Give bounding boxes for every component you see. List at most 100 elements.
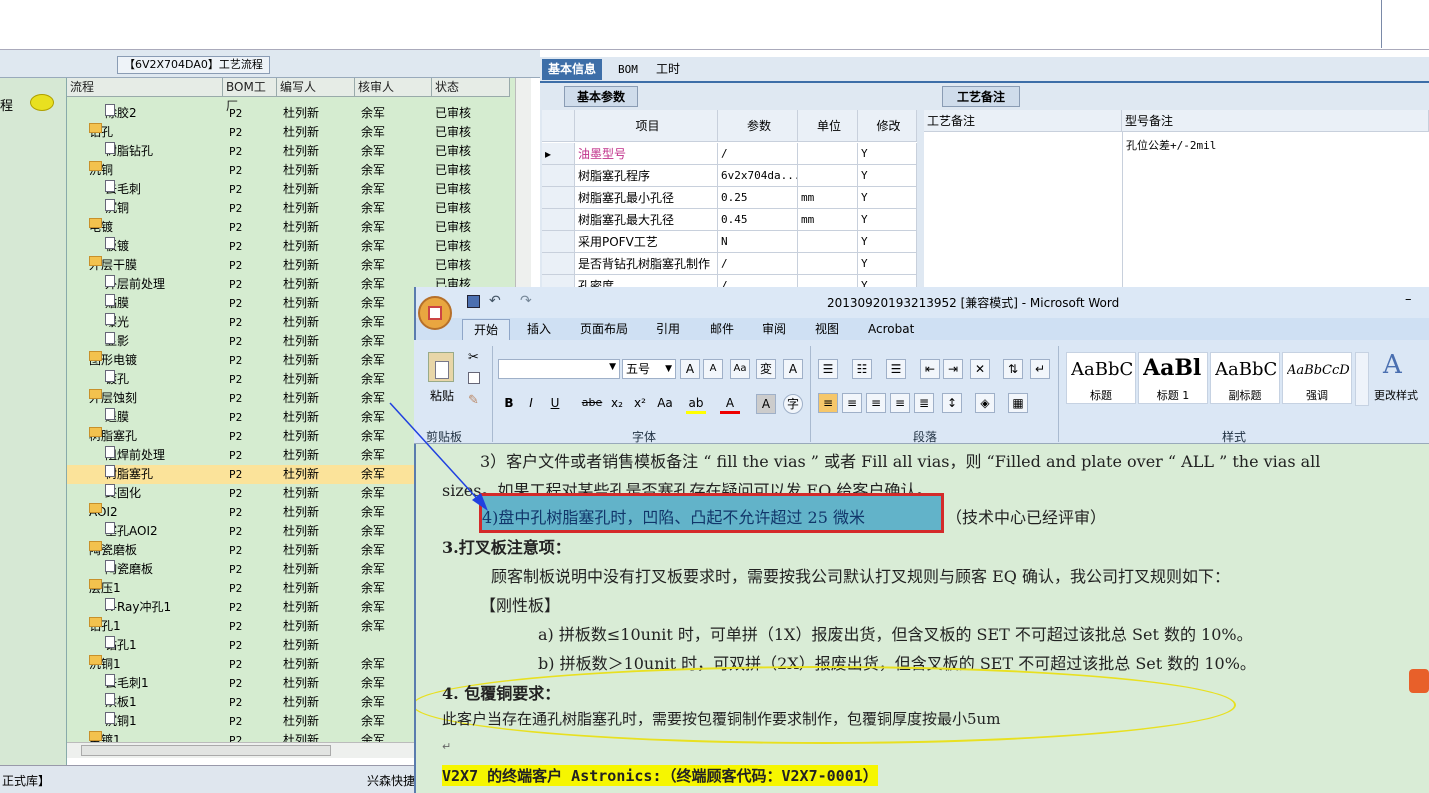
col-header-status[interactable]: 状态 bbox=[432, 78, 510, 97]
param-edit[interactable]: Y bbox=[858, 143, 917, 165]
char-border-button[interactable]: A bbox=[783, 359, 803, 379]
tree-row[interactable]: −钻孔 P2 杜列新 余军 已审核 bbox=[67, 123, 515, 142]
row-selector[interactable] bbox=[542, 187, 575, 209]
highlight-button[interactable]: ab bbox=[686, 394, 706, 414]
char-shading-button[interactable]: A bbox=[756, 394, 776, 414]
param-header[interactable]: 单位 bbox=[798, 110, 858, 142]
chat-bubble-icon[interactable] bbox=[30, 94, 54, 111]
col-header-author[interactable]: 编写人 bbox=[277, 78, 355, 97]
param-value[interactable]: 0.45 bbox=[718, 209, 798, 231]
font-color-button[interactable]: A bbox=[720, 394, 740, 414]
distributed-button[interactable]: ≣ bbox=[914, 393, 934, 413]
font-name-select[interactable]: ▼ bbox=[498, 359, 620, 379]
undo-icon[interactable]: ↶ bbox=[489, 293, 501, 309]
param-item[interactable]: 采用POFV工艺 bbox=[575, 231, 718, 253]
style-item[interactable]: AaBl 标题 1 bbox=[1138, 352, 1208, 404]
shading-button[interactable]: ◈ bbox=[975, 393, 995, 413]
tree-row[interactable]: 树脂钻孔 P2 杜列新 余军 已审核 bbox=[67, 142, 515, 161]
decrease-indent-button[interactable]: ⇤ bbox=[920, 359, 940, 379]
param-header[interactable]: 修改 bbox=[858, 110, 917, 142]
model-note[interactable]: 孔位公差+/-2mil bbox=[1126, 137, 1216, 153]
ribbon-tab[interactable]: 引用 bbox=[656, 319, 680, 340]
param-item[interactable]: 树脂塞孔最小孔径 bbox=[575, 187, 718, 209]
justify-button[interactable]: ≡ bbox=[890, 393, 910, 413]
font-size-select[interactable]: 五号 ▼ bbox=[622, 359, 676, 379]
param-edit[interactable]: Y bbox=[858, 253, 917, 275]
param-edit[interactable]: Y bbox=[858, 187, 917, 209]
chinese-layout-button[interactable]: ✕ bbox=[970, 359, 990, 379]
tree-row[interactable]: 沉铜 P2 杜列新 余军 已审核 bbox=[67, 199, 515, 218]
notes-grid[interactable]: 工艺备注 型号备注 孔位公差+/-2mil bbox=[924, 110, 1429, 290]
bullets-button[interactable]: ☰ bbox=[818, 359, 838, 379]
enclose-char-button[interactable]: 字 bbox=[783, 394, 803, 414]
col-header-factory[interactable]: BOM工厂 bbox=[223, 78, 277, 113]
style-item[interactable]: AaBbC 标题 bbox=[1066, 352, 1136, 404]
tree-hscrollbar[interactable] bbox=[67, 742, 415, 758]
param-value[interactable]: / bbox=[718, 253, 798, 275]
align-center-button[interactable]: ≡ bbox=[842, 393, 862, 413]
change-styles-icon[interactable]: A bbox=[1383, 350, 1402, 380]
styles-scroll[interactable] bbox=[1355, 352, 1369, 406]
param-header[interactable] bbox=[542, 110, 575, 142]
tree-row[interactable]: −沉铜 P2 杜列新 余军 已审核 bbox=[67, 161, 515, 180]
tab-basic-info[interactable]: 基本信息 bbox=[542, 59, 603, 80]
ribbon-tab[interactable]: 插入 bbox=[527, 319, 551, 340]
row-selector[interactable] bbox=[542, 231, 575, 253]
underline-button[interactable]: U bbox=[545, 394, 565, 414]
param-unit[interactable] bbox=[798, 253, 858, 275]
save-icon[interactable] bbox=[467, 295, 480, 308]
param-value[interactable]: N bbox=[718, 231, 798, 253]
paste-icon[interactable] bbox=[428, 352, 454, 382]
param-unit[interactable] bbox=[798, 165, 858, 187]
style-item[interactable]: AaBbCcD 强调 bbox=[1282, 352, 1352, 404]
subscript-button[interactable]: x₂ bbox=[607, 394, 627, 414]
param-unit[interactable]: mm bbox=[798, 187, 858, 209]
tree-row[interactable]: −外层干膜 P2 杜列新 余军 已审核 bbox=[67, 256, 515, 275]
ribbon-tab[interactable]: 视图 bbox=[815, 319, 839, 340]
ribbon-tab[interactable]: 开始 bbox=[462, 319, 511, 340]
bold-button[interactable]: B bbox=[499, 394, 519, 414]
multilevel-list-button[interactable]: ☰ bbox=[886, 359, 906, 379]
tree-row[interactable]: 除胶2 P2 杜列新 余军 已审核 bbox=[67, 104, 515, 123]
ribbon-tab[interactable]: 审阅 bbox=[762, 319, 786, 340]
tree-scrollbar[interactable] bbox=[515, 78, 531, 293]
param-item[interactable]: 树脂塞孔程序 bbox=[575, 165, 718, 187]
ribbon-tab[interactable]: 邮件 bbox=[710, 319, 734, 340]
change-styles-label[interactable]: 更改样式 bbox=[1374, 387, 1418, 403]
param-edit[interactable]: Y bbox=[858, 231, 917, 253]
office-button[interactable] bbox=[418, 296, 452, 330]
param-header[interactable]: 参数 bbox=[718, 110, 798, 142]
param-unit[interactable] bbox=[798, 231, 858, 253]
minimize-button[interactable]: – bbox=[1405, 292, 1412, 307]
param-value[interactable]: 0.25 bbox=[718, 187, 798, 209]
col-header-process[interactable]: 流程 bbox=[67, 78, 223, 97]
param-edit[interactable]: Y bbox=[858, 209, 917, 231]
increase-indent-button[interactable]: ⇥ bbox=[943, 359, 963, 379]
param-header[interactable]: 项目 bbox=[575, 110, 718, 142]
row-selector[interactable] bbox=[542, 209, 575, 231]
borders-button[interactable]: ▦ bbox=[1008, 393, 1028, 413]
param-item[interactable]: 油墨型号 bbox=[575, 143, 718, 165]
param-edit[interactable]: Y bbox=[858, 165, 917, 187]
row-selector[interactable] bbox=[542, 253, 575, 275]
param-item[interactable]: 是否背钻孔树脂塞孔制作 bbox=[575, 253, 718, 275]
row-selector[interactable]: ▸ bbox=[542, 143, 575, 165]
phonetic-button[interactable]: 変 bbox=[756, 359, 776, 379]
change-case-button[interactable]: Aa bbox=[653, 394, 677, 414]
notes-header-model[interactable]: 型号备注 bbox=[1122, 110, 1429, 132]
param-unit[interactable] bbox=[798, 143, 858, 165]
ribbon-tab[interactable]: Acrobat bbox=[868, 319, 914, 340]
grow-font-button[interactable]: A bbox=[680, 359, 700, 379]
param-value[interactable]: / bbox=[718, 143, 798, 165]
input-method-icon[interactable] bbox=[1409, 669, 1429, 693]
numbering-button[interactable]: ☷ bbox=[852, 359, 872, 379]
tab-hours[interactable]: 工时 bbox=[650, 59, 686, 80]
tree-row[interactable]: 板镀 P2 杜列新 余军 已审核 bbox=[67, 237, 515, 256]
show-marks-button[interactable]: ↵ bbox=[1030, 359, 1050, 379]
style-item[interactable]: AaBbC 副标题 bbox=[1210, 352, 1280, 404]
redo-icon[interactable]: ↷ bbox=[520, 293, 532, 309]
param-item[interactable]: 树脂塞孔最大孔径 bbox=[575, 209, 718, 231]
params-grid[interactable]: 项目 参数 单位 修改 ▸ 油墨型号 / Y 树脂塞孔程序 6v2x704da... Y 树脂塞孔最小… bbox=[542, 110, 917, 290]
col-header-reviewer[interactable]: 核审人 bbox=[355, 78, 432, 97]
tree-row[interactable]: −电镀 P2 杜列新 余军 已审核 bbox=[67, 218, 515, 237]
